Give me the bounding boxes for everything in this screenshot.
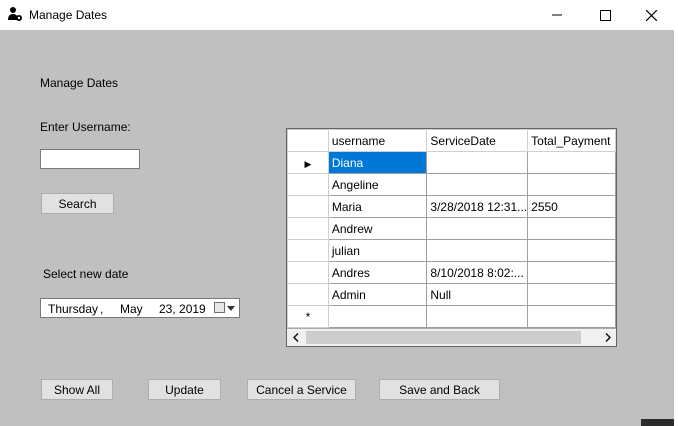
search-button[interactable]: Search <box>41 193 114 214</box>
cell-total-payment[interactable] <box>527 305 616 328</box>
scroll-right-button[interactable] <box>599 329 616 346</box>
chevron-right-icon <box>605 333 611 342</box>
cell-servicedate[interactable] <box>426 217 529 240</box>
table-row[interactable]: Admin Null <box>287 283 616 306</box>
row-header[interactable] <box>287 261 329 284</box>
cell-username[interactable] <box>327 305 428 328</box>
date-label: Select new date <box>43 267 129 281</box>
taskbar-fragment <box>641 419 674 426</box>
table-row[interactable]: Maria 3/28/2018 12:31... 2550 <box>287 195 616 218</box>
minimize-icon <box>552 14 562 16</box>
chevron-left-icon <box>292 333 298 342</box>
update-button[interactable]: Update <box>148 379 221 400</box>
cell-total-payment[interactable] <box>527 217 616 240</box>
new-row-icon[interactable]: * <box>287 305 329 328</box>
grid-table: username ServiceDate Total_Payment ▶ Dia… <box>287 129 616 328</box>
new-row[interactable]: * <box>287 305 616 328</box>
save-and-back-button[interactable]: Save and Back <box>379 379 500 400</box>
current-row-icon[interactable]: ▶ <box>287 151 329 174</box>
column-header-username[interactable]: username <box>327 129 428 152</box>
cell-servicedate[interactable]: 8/10/2018 8:02:... <box>426 261 529 284</box>
minimize-button[interactable] <box>534 0 580 30</box>
cell-username[interactable]: Andrew <box>327 217 428 240</box>
new-row-marker: * <box>305 309 311 324</box>
row-header[interactable] <box>287 283 329 306</box>
cell-username[interactable]: Maria <box>327 195 428 218</box>
table-row[interactable]: ▶ Diana <box>287 151 616 174</box>
cell-username[interactable]: Admin <box>327 283 428 306</box>
cell-username[interactable]: Angeline <box>327 173 428 196</box>
app-icon <box>8 7 22 21</box>
username-label: Enter Username: <box>40 120 131 134</box>
cell-username[interactable]: julian <box>327 239 428 262</box>
maximize-icon <box>599 9 611 21</box>
title-bar: Manage Dates <box>0 0 674 30</box>
date-weekday[interactable]: Thursday <box>48 302 98 316</box>
maximize-button[interactable] <box>582 0 628 30</box>
page-heading: Manage Dates <box>40 76 119 90</box>
close-button[interactable] <box>628 0 674 30</box>
column-header-servicedate[interactable]: ServiceDate <box>426 129 529 152</box>
date-month[interactable]: May <box>120 302 143 316</box>
cell-username[interactable]: Diana <box>327 151 428 174</box>
scroll-thumb[interactable] <box>306 331 581 344</box>
grid-header-row: username ServiceDate Total_Payment <box>287 129 616 152</box>
row-header[interactable] <box>287 239 329 262</box>
table-row[interactable]: Angeline <box>287 173 616 196</box>
cell-total-payment[interactable] <box>527 173 616 196</box>
current-row-marker: ▶ <box>304 158 312 169</box>
column-header-total-payment[interactable]: Total_Payment <box>527 129 616 152</box>
username-input[interactable] <box>40 149 140 169</box>
date-day-year[interactable]: 23, 2019 <box>159 302 206 316</box>
calendar-icon[interactable] <box>214 302 225 313</box>
row-header-corner <box>287 129 329 152</box>
scroll-left-button[interactable] <box>287 329 304 346</box>
cell-username[interactable]: Andres <box>327 261 428 284</box>
cell-servicedate[interactable]: 3/28/2018 12:31... <box>426 195 529 218</box>
cell-servicedate[interactable]: Null <box>426 283 529 306</box>
window-edge <box>674 0 678 426</box>
show-all-button[interactable]: Show All <box>41 379 113 400</box>
cancel-service-button[interactable]: Cancel a Service <box>247 379 356 400</box>
cell-total-payment[interactable]: 2550 <box>527 195 616 218</box>
cell-servicedate[interactable] <box>426 239 529 262</box>
table-row[interactable]: Andres 8/10/2018 8:02:... <box>287 261 616 284</box>
cell-total-payment[interactable] <box>527 261 616 284</box>
row-header[interactable] <box>287 173 329 196</box>
row-header[interactable] <box>287 217 329 240</box>
row-header[interactable] <box>287 195 329 218</box>
date-picker[interactable]: Thursday , May 23, 2019 <box>40 298 240 318</box>
dropdown-arrow-icon[interactable] <box>227 306 235 311</box>
horizontal-scrollbar[interactable] <box>287 329 616 346</box>
table-row[interactable]: julian <box>287 239 616 262</box>
window-title: Manage Dates <box>29 8 108 22</box>
cell-servicedate[interactable] <box>426 173 529 196</box>
cell-servicedate[interactable] <box>426 151 529 174</box>
date-separator: , <box>100 302 104 316</box>
table-row[interactable]: Andrew <box>287 217 616 240</box>
cell-servicedate[interactable] <box>426 305 529 328</box>
cell-total-payment[interactable] <box>527 151 616 174</box>
services-grid[interactable]: username ServiceDate Total_Payment ▶ Dia… <box>286 128 617 347</box>
close-icon <box>645 9 657 21</box>
cell-total-payment[interactable] <box>527 283 616 306</box>
cell-total-payment[interactable] <box>527 239 616 262</box>
